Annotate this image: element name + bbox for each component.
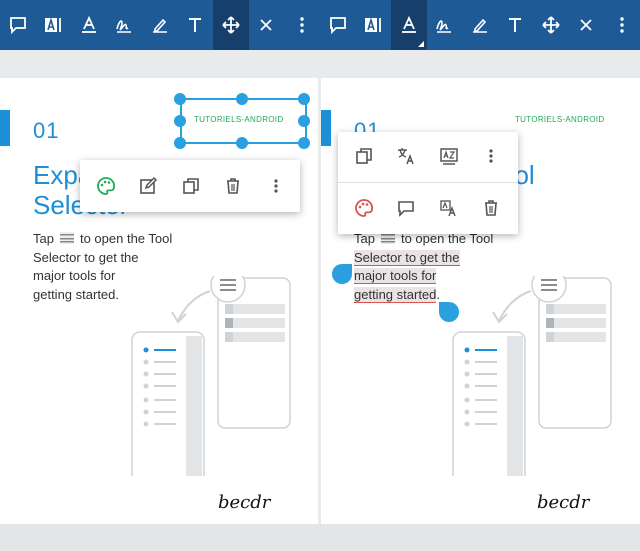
text-box-icon [365, 17, 382, 32]
selected-text-line[interactable]: getting started [354, 286, 437, 303]
resize-handle[interactable] [236, 137, 248, 149]
signature: becdr [537, 492, 590, 513]
popup-divider [338, 182, 518, 183]
more-vertical-icon [274, 179, 278, 193]
more-menu-button[interactable] [284, 0, 320, 50]
text-box-icon [45, 17, 62, 32]
comment-icon [398, 201, 414, 217]
comment-button[interactable] [391, 193, 421, 223]
copy-icon [183, 178, 199, 194]
pen-icon [152, 18, 167, 33]
copy-button[interactable] [349, 141, 379, 171]
palette-button[interactable] [349, 193, 379, 223]
signature-tool-button[interactable] [107, 0, 143, 50]
more-options-button[interactable] [476, 141, 506, 171]
selected-text-line[interactable]: major tools for [354, 268, 437, 284]
menu-icon [59, 232, 74, 244]
underline-tool-button[interactable] [391, 0, 427, 50]
annotation-toolbar-right [320, 0, 640, 50]
close-tool-button[interactable] [249, 0, 285, 50]
accent-bar [0, 110, 10, 146]
body-text-end: to open the Tool [79, 231, 173, 246]
more-vertical-icon [620, 17, 624, 33]
resize-handle[interactable] [174, 137, 186, 149]
signature: becdr [218, 492, 271, 513]
document-page-left[interactable]: 01 Expa Selector Tapto open the Tool Sel… [0, 78, 318, 524]
delete-icon [485, 200, 497, 216]
define-icon [440, 148, 458, 165]
body-line: major tools for [33, 268, 116, 283]
pen-tool-button[interactable] [142, 0, 178, 50]
resize-handle[interactable] [298, 115, 310, 127]
move-arrows-icon [222, 16, 240, 34]
palette-icon [97, 177, 115, 195]
text-tool-button[interactable] [498, 0, 534, 50]
move-tool-button[interactable] [533, 0, 569, 50]
resize-handle[interactable] [174, 93, 186, 105]
selection-start-handle[interactable] [332, 264, 352, 284]
phone-illustration [131, 276, 291, 476]
resize-handle[interactable] [298, 93, 310, 105]
text-box-tool-button[interactable] [356, 0, 392, 50]
text-box-tool-button[interactable] [36, 0, 72, 50]
close-icon [260, 19, 272, 31]
body-line: getting started. [33, 286, 119, 302]
move-arrows-icon [542, 16, 560, 34]
section-number: 01 [33, 118, 60, 143]
define-button[interactable] [434, 141, 464, 171]
palette-button[interactable] [91, 171, 121, 201]
resize-handle[interactable] [174, 115, 186, 127]
resize-handle[interactable] [236, 93, 248, 105]
comment-tool-button[interactable] [0, 0, 36, 50]
more-options-button[interactable] [261, 171, 291, 201]
page-gap [0, 50, 640, 78]
body-period: . [436, 286, 441, 302]
text-selection-popup [338, 132, 518, 234]
text-tool-button[interactable] [178, 0, 214, 50]
underline-text-icon [81, 15, 96, 33]
text-style-icon [440, 200, 456, 217]
bottom-bar [0, 524, 640, 551]
text-t-icon [189, 18, 202, 32]
copy-icon [356, 148, 372, 164]
pen-tool-button[interactable] [462, 0, 498, 50]
signature-icon [436, 20, 452, 33]
body-line: Selector to get the [33, 249, 139, 265]
text-style-button[interactable] [434, 193, 464, 223]
more-vertical-icon [300, 17, 304, 33]
close-icon [580, 19, 592, 31]
context-popup [80, 160, 300, 212]
signature-tool-button[interactable] [427, 0, 463, 50]
document-page-right[interactable]: 01 Tool TUTORIELS-ANDROID Tapto open the… [321, 78, 640, 524]
selected-text-line[interactable]: Selector to get the [354, 249, 460, 266]
text-t-icon [509, 18, 522, 32]
translate-button[interactable] [391, 141, 421, 171]
edit-button[interactable] [133, 171, 163, 201]
delete-button[interactable] [476, 193, 506, 223]
more-menu-button[interactable] [604, 0, 640, 50]
resize-handle[interactable] [298, 137, 310, 149]
pen-icon [472, 18, 487, 33]
move-tool-button[interactable] [213, 0, 249, 50]
delete-button[interactable] [218, 171, 248, 201]
more-vertical-icon [489, 149, 493, 163]
edit-icon [140, 176, 158, 194]
copy-button[interactable] [176, 171, 206, 201]
accent-bar [321, 110, 331, 146]
comment-tool-button[interactable] [320, 0, 356, 50]
speech-bubble-icon [329, 17, 346, 35]
underline-tool-button[interactable] [71, 0, 107, 50]
delete-icon [227, 178, 239, 194]
palette-icon [355, 199, 373, 217]
underline-text-icon [401, 15, 416, 33]
annotation-toolbar-left [0, 0, 320, 50]
speech-bubble-icon [9, 17, 26, 35]
close-tool-button[interactable] [569, 0, 605, 50]
phone-illustration [452, 276, 612, 476]
brand-text: TUTORIELS-ANDROID [515, 115, 605, 124]
brand-text[interactable]: TUTORIELS-ANDROID [194, 115, 283, 124]
body-text-start: Tap [33, 231, 54, 246]
translate-icon [398, 148, 414, 165]
signature-icon [116, 20, 132, 33]
